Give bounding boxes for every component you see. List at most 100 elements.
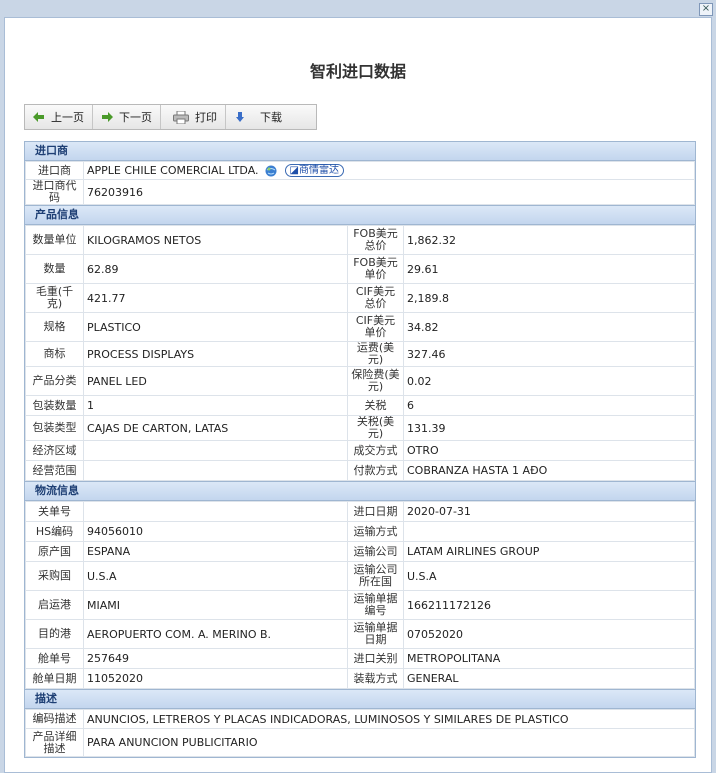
field-value: 0.02 bbox=[403, 366, 695, 396]
trade-radar-label: 商情雷达 bbox=[298, 165, 339, 177]
print-button[interactable]: 打印 bbox=[161, 105, 226, 129]
importer-name: APPLE CHILE COMERCIAL LTDA. bbox=[87, 163, 259, 177]
table-row: 包装数量 1 关税 6 bbox=[25, 395, 695, 416]
field-label: 包装类型 bbox=[25, 415, 84, 441]
field-value: PANEL LED bbox=[83, 366, 348, 396]
field-label: 成交方式 bbox=[347, 440, 404, 461]
field-label: 进口关别 bbox=[347, 648, 404, 669]
field-value: AEROPUERTO COM. A. MERINO B. bbox=[83, 619, 348, 649]
product-table: 数量单位 KILOGRAMOS NETOS FOB美元总价 1,862.32 数量 62.… bbox=[25, 225, 695, 481]
field-label: 原产国 bbox=[25, 541, 84, 562]
prev-page-button[interactable]: 上一页 bbox=[25, 105, 93, 129]
importer-code: 76203916 bbox=[83, 179, 695, 205]
table-row: 启运港 MIAMI 运输单据编号 166211172126 bbox=[25, 590, 695, 620]
field-label: 商标 bbox=[25, 341, 84, 367]
field-value: 29.61 bbox=[403, 254, 695, 284]
printer-icon bbox=[173, 110, 189, 124]
field-value: 2020-07-31 bbox=[403, 501, 695, 522]
field-label: 包装数量 bbox=[25, 395, 84, 416]
field-label: 关税 bbox=[347, 395, 404, 416]
field-value: METROPOLITANA bbox=[403, 648, 695, 669]
table-row: HS编码 94056010 运输方式 bbox=[25, 521, 695, 542]
field-value: U.S.A bbox=[83, 561, 348, 591]
print-label: 打印 bbox=[195, 111, 217, 124]
field-label: 采购国 bbox=[25, 561, 84, 591]
radar-icon: ◪ bbox=[289, 165, 299, 177]
field-label: 规格 bbox=[25, 312, 84, 342]
globe-icon[interactable] bbox=[265, 165, 277, 177]
table-row: 毛重(千克) 421.77 CIF美元总价 2,189.8 bbox=[25, 283, 695, 313]
field-value: 166211172126 bbox=[403, 590, 695, 620]
field-label: 舱单号 bbox=[25, 648, 84, 669]
field-value: 11052020 bbox=[83, 668, 348, 689]
field-label: CIF美元单价 bbox=[347, 312, 404, 342]
table-row: 产品详细描述 PARA ANUNCION PUBLICITARIO bbox=[25, 728, 695, 757]
download-label: 下载 bbox=[260, 111, 282, 124]
field-label: 保险费(美元) bbox=[347, 366, 404, 396]
table-row: 数量 62.89 FOB美元单价 29.61 bbox=[25, 254, 695, 284]
arrow-left-icon bbox=[33, 111, 45, 123]
product-detail: PARA ANUNCION PUBLICITARIO bbox=[83, 728, 695, 757]
logistics-table: 关单号 进口日期 2020-07-31 HS编码 94056010 运输方式 原产国 ESPA… bbox=[25, 501, 695, 689]
field-label: FOB美元单价 bbox=[347, 254, 404, 284]
table-row: 原产国 ESPANA 运输公司 LATAM AIRLINES GROUP bbox=[25, 541, 695, 562]
field-label: 经济区域 bbox=[25, 440, 84, 461]
field-value bbox=[83, 460, 348, 481]
download-button[interactable]: 下载 bbox=[226, 105, 290, 129]
product-detail-label: 产品详细描述 bbox=[25, 728, 84, 757]
field-label: 启运港 bbox=[25, 590, 84, 620]
table-row: 舱单号 257649 进口关别 METROPOLITANA bbox=[25, 648, 695, 669]
next-page-label: 下一页 bbox=[119, 111, 152, 124]
field-label: 舱单日期 bbox=[25, 668, 84, 689]
description-section-header: 描述 bbox=[25, 689, 695, 709]
field-value: 131.39 bbox=[403, 415, 695, 441]
importer-name-label: 进口商 bbox=[25, 161, 84, 180]
import-data-dialog: 智利进口数据 上一页 下一页 打印 下载 进口商 进口商 APPLE CHILE… bbox=[4, 17, 712, 773]
close-icon: × bbox=[701, 3, 711, 14]
field-value bbox=[403, 521, 695, 542]
field-value: 1 bbox=[83, 395, 348, 416]
product-section-header: 产品信息 bbox=[25, 205, 695, 225]
field-value: 327.46 bbox=[403, 341, 695, 367]
trade-radar-button[interactable]: ◪商情雷达 bbox=[284, 164, 344, 178]
field-label: CIF美元总价 bbox=[347, 283, 404, 313]
close-button[interactable]: × bbox=[699, 3, 713, 16]
importer-code-label: 进口商代码 bbox=[25, 179, 84, 205]
field-value: KILOGRAMOS NETOS bbox=[83, 225, 348, 255]
table-row: 产品分类 PANEL LED 保险费(美元) 0.02 bbox=[25, 366, 695, 396]
field-value: LATAM AIRLINES GROUP bbox=[403, 541, 695, 562]
field-value: 421.77 bbox=[83, 283, 348, 313]
field-value: 2,189.8 bbox=[403, 283, 695, 313]
field-label: FOB美元总价 bbox=[347, 225, 404, 255]
table-row: 关单号 进口日期 2020-07-31 bbox=[25, 501, 695, 522]
prev-page-label: 上一页 bbox=[51, 111, 84, 124]
field-label: 运输单据编号 bbox=[347, 590, 404, 620]
arrow-right-icon bbox=[101, 111, 113, 123]
field-label: 毛重(千克) bbox=[25, 283, 84, 313]
table-row: 包装类型 CAJAS DE CARTON, LATAS 关税(美元) 131.39 bbox=[25, 415, 695, 441]
next-page-button[interactable]: 下一页 bbox=[93, 105, 161, 129]
arrow-down-icon bbox=[234, 111, 246, 123]
field-label: 关税(美元) bbox=[347, 415, 404, 441]
field-value: COBRANZA HASTA 1 AÐO bbox=[403, 460, 695, 481]
table-row: 商标 PROCESS DISPLAYS 运费(美元) 327.46 bbox=[25, 341, 695, 367]
table-row: 目的港 AEROPUERTO COM. A. MERINO B. 运输单据日期 070… bbox=[25, 619, 695, 649]
field-value: 07052020 bbox=[403, 619, 695, 649]
field-label: 运费(美元) bbox=[347, 341, 404, 367]
field-value: 62.89 bbox=[83, 254, 348, 284]
field-label: 装载方式 bbox=[347, 668, 404, 689]
table-row: 经营范围 付款方式 COBRANZA HASTA 1 AÐO bbox=[25, 460, 695, 481]
field-value: MIAMI bbox=[83, 590, 348, 620]
code-description-label: 编码描述 bbox=[25, 709, 84, 729]
page-title: 智利进口数据 bbox=[309, 62, 406, 81]
field-value: PROCESS DISPLAYS bbox=[83, 341, 348, 367]
code-description: ANUNCIOS, LETREROS Y PLACAS INDICADORAS,… bbox=[83, 709, 695, 729]
field-value: PLASTICO bbox=[83, 312, 348, 342]
field-label: 进口日期 bbox=[347, 501, 404, 522]
field-value: 257649 bbox=[83, 648, 348, 669]
field-value: 34.82 bbox=[403, 312, 695, 342]
field-label: 经营范围 bbox=[25, 460, 84, 481]
field-label: 付款方式 bbox=[347, 460, 404, 481]
table-row: 进口商代码 76203916 bbox=[25, 179, 695, 205]
field-label: 运输方式 bbox=[347, 521, 404, 542]
